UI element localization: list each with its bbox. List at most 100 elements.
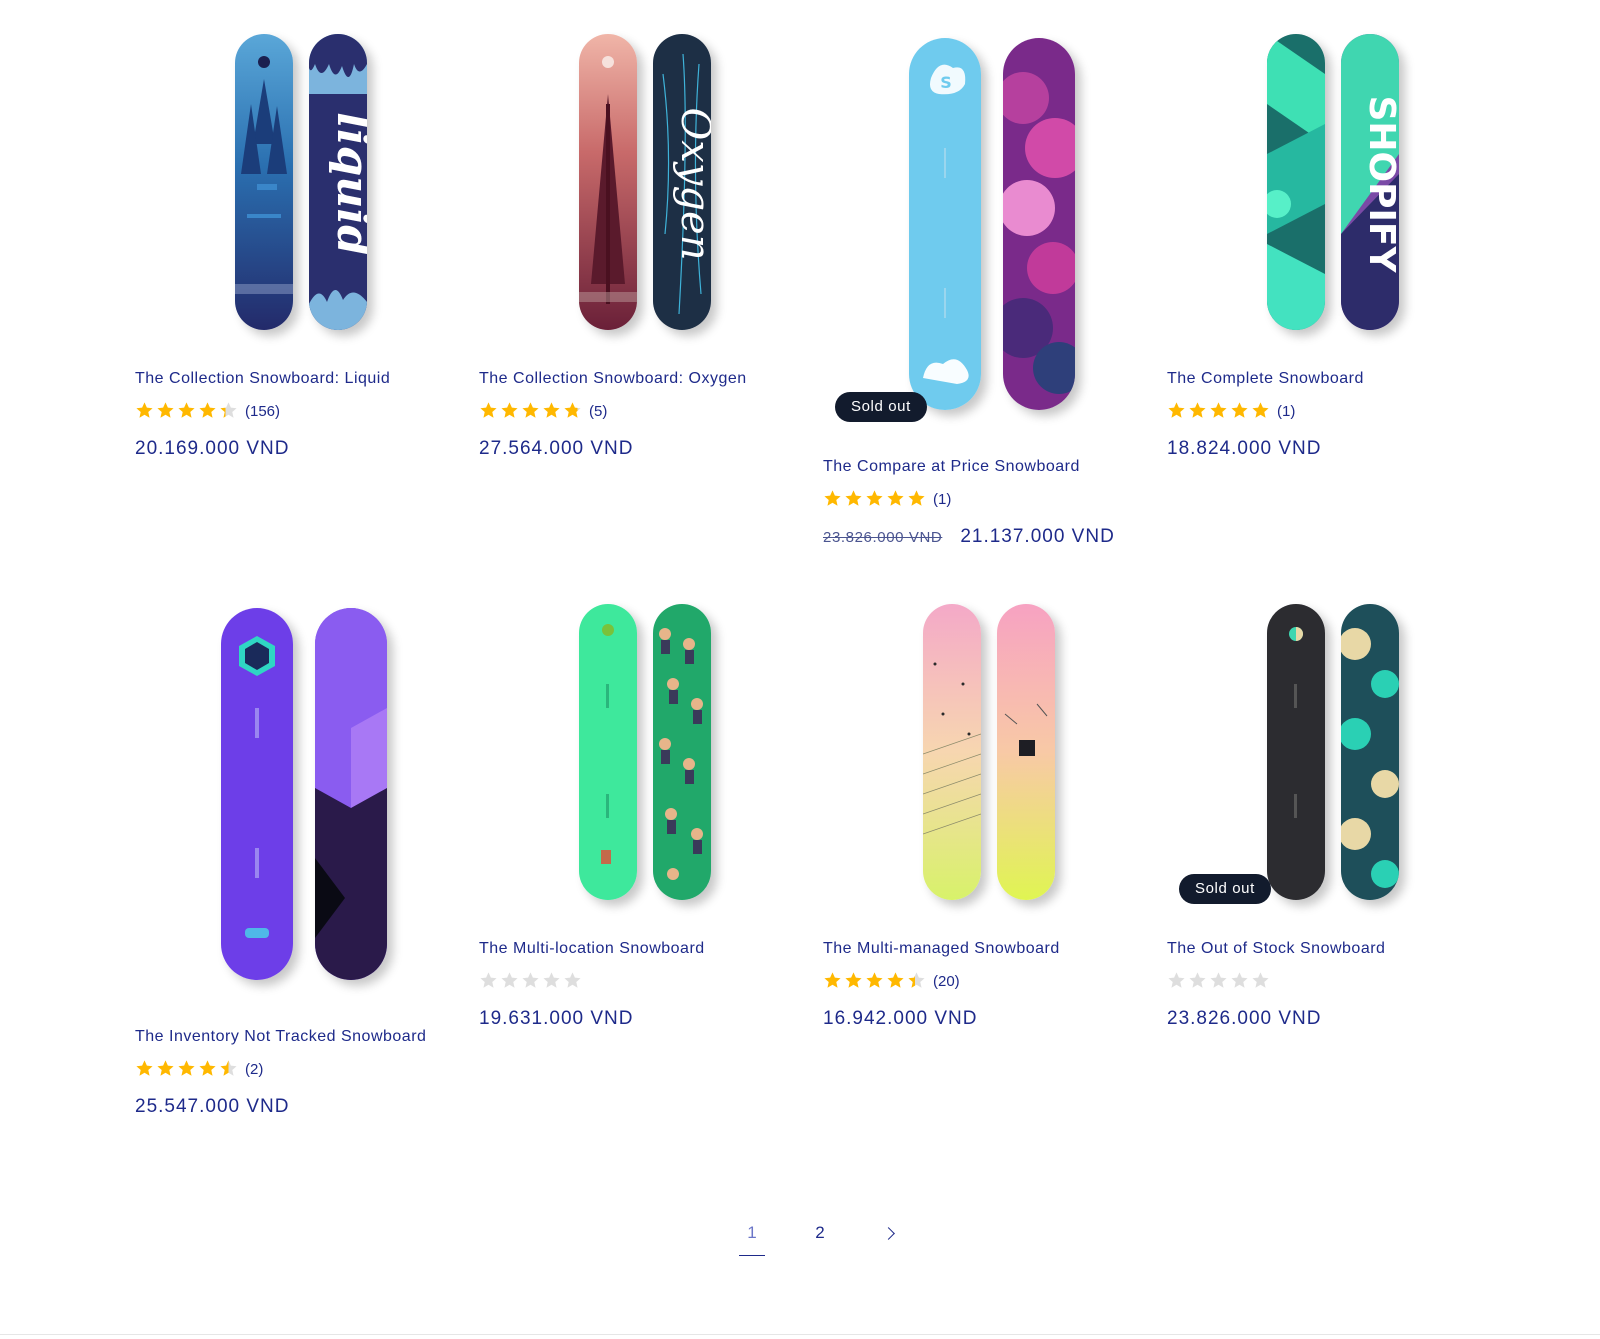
star-rating: (156) [135, 400, 280, 422]
sold-out-badge: Sold out [1179, 874, 1271, 904]
page-2-link[interactable]: 2 [803, 1218, 837, 1252]
price-row: 23.826.000 VND [1167, 1008, 1322, 1030]
pagination: 1 2 [735, 1218, 939, 1258]
star-icon [177, 401, 198, 421]
star-rating: (1) [1167, 400, 1295, 422]
snowboard-back-image [1341, 604, 1399, 900]
star-icon [1251, 971, 1272, 991]
snowboard-front-image: S [909, 38, 981, 410]
svg-text:Oxygen: Oxygen [672, 108, 711, 261]
review-count: (156) [245, 402, 281, 420]
star-icon [156, 1059, 177, 1079]
star-icon [1188, 401, 1209, 421]
star-icon [563, 401, 584, 421]
review-count: (2) [245, 1060, 264, 1078]
svg-text:liquid: liquid [327, 112, 367, 256]
price-row: 20.169.000 VND [135, 438, 290, 460]
snowboard-front-image [221, 608, 293, 980]
snowboard-back-image [1003, 38, 1075, 410]
star-icon [1167, 401, 1188, 421]
product-image[interactable]: S Sold out [823, 30, 1143, 430]
product-price: 19.631.000 VND [479, 1008, 634, 1029]
snowboard-back-image: liquid [309, 34, 367, 330]
star-icon [865, 489, 886, 509]
star-icon [886, 489, 907, 509]
product-title-link[interactable]: The Multi-managed Snowboard [823, 940, 1060, 958]
star-icon [479, 971, 500, 991]
star-icon [1230, 401, 1251, 421]
star-icon [1209, 971, 1230, 991]
price-row: 19.631.000 VND [479, 1008, 634, 1030]
sold-out-badge: Sold out [835, 392, 927, 422]
price-row: 25.547.000 VND [135, 1096, 290, 1118]
star-icon [521, 971, 542, 991]
snowboard-front-image [923, 604, 981, 900]
star-icon [1251, 401, 1272, 421]
star-rating: (1) [823, 488, 951, 510]
star-icon [844, 489, 865, 509]
product-price: 23.826.000 VND [1167, 1008, 1322, 1029]
product-title-link[interactable]: The Collection Snowboard: Oxygen [479, 370, 747, 388]
svg-text:S: S [940, 73, 952, 92]
star-icon [135, 1059, 156, 1079]
star-icon [1209, 401, 1230, 421]
star-icon [823, 971, 844, 991]
star-icon [219, 401, 240, 421]
product-price: 16.942.000 VND [823, 1008, 978, 1029]
star-icon [1230, 971, 1251, 991]
star-icon [177, 1059, 198, 1079]
snowboard-front-image [235, 34, 293, 330]
star-rating [479, 970, 584, 992]
page-1-link[interactable]: 1 [735, 1218, 769, 1256]
product-title-link[interactable]: The Complete Snowboard [1167, 370, 1364, 388]
star-icon [542, 971, 563, 991]
snowboard-back-image [997, 604, 1055, 900]
product-price: 25.547.000 VND [135, 1096, 290, 1117]
star-icon [542, 401, 563, 421]
star-icon [156, 401, 177, 421]
star-icon [500, 401, 521, 421]
divider [0, 1334, 1600, 1335]
snowboard-front-image [579, 604, 637, 900]
star-icon [1188, 971, 1209, 991]
next-page-button[interactable] [871, 1218, 905, 1252]
star-rating [1167, 970, 1272, 992]
price-row: 18.824.000 VND [1167, 438, 1322, 460]
price-row: 16.942.000 VND [823, 1008, 978, 1030]
star-icon [219, 1059, 240, 1079]
star-icon [823, 489, 844, 509]
product-price: 18.824.000 VND [1167, 438, 1322, 459]
star-icon [886, 971, 907, 991]
product-title-link[interactable]: The Multi-location Snowboard [479, 940, 705, 958]
snowboard-front-image [1267, 604, 1325, 900]
review-count: (1) [1277, 402, 1296, 420]
star-icon [907, 489, 928, 509]
star-icon [844, 971, 865, 991]
star-rating: (20) [823, 970, 960, 992]
product-sale-price: 21.137.000 VND [960, 526, 1115, 547]
star-icon [198, 401, 219, 421]
product-title-link[interactable]: The Compare at Price Snowboard [823, 458, 1080, 476]
product-title-link[interactable]: The Inventory Not Tracked Snowboard [135, 1028, 426, 1046]
price-row: 23.826.000 VND 21.137.000 VND [823, 526, 1115, 548]
review-count: (5) [589, 402, 608, 420]
product-price: 27.564.000 VND [479, 438, 634, 459]
product-price: 20.169.000 VND [135, 438, 290, 459]
product-title-link[interactable]: The Out of Stock Snowboard [1167, 940, 1385, 958]
svg-text:SHOPIFY: SHOPIFY [1361, 95, 1399, 273]
star-rating: (5) [479, 400, 607, 422]
product-title-link[interactable]: The Collection Snowboard: Liquid [135, 370, 390, 388]
product-image[interactable] [135, 600, 455, 1000]
star-icon [1167, 971, 1188, 991]
snowboard-front-image [1267, 34, 1325, 330]
compare-at-price: 23.826.000 VND [823, 529, 943, 546]
snowboard-back-image: SHOPIFY [1341, 34, 1399, 330]
star-icon [479, 401, 500, 421]
snowboard-front-image [579, 34, 637, 330]
star-rating: (2) [135, 1058, 263, 1080]
star-icon [907, 971, 928, 991]
chevron-right-icon [881, 1227, 895, 1240]
snowboard-back-image: Oxygen [653, 34, 711, 330]
star-icon [563, 971, 584, 991]
snowboard-back-image [315, 608, 387, 980]
